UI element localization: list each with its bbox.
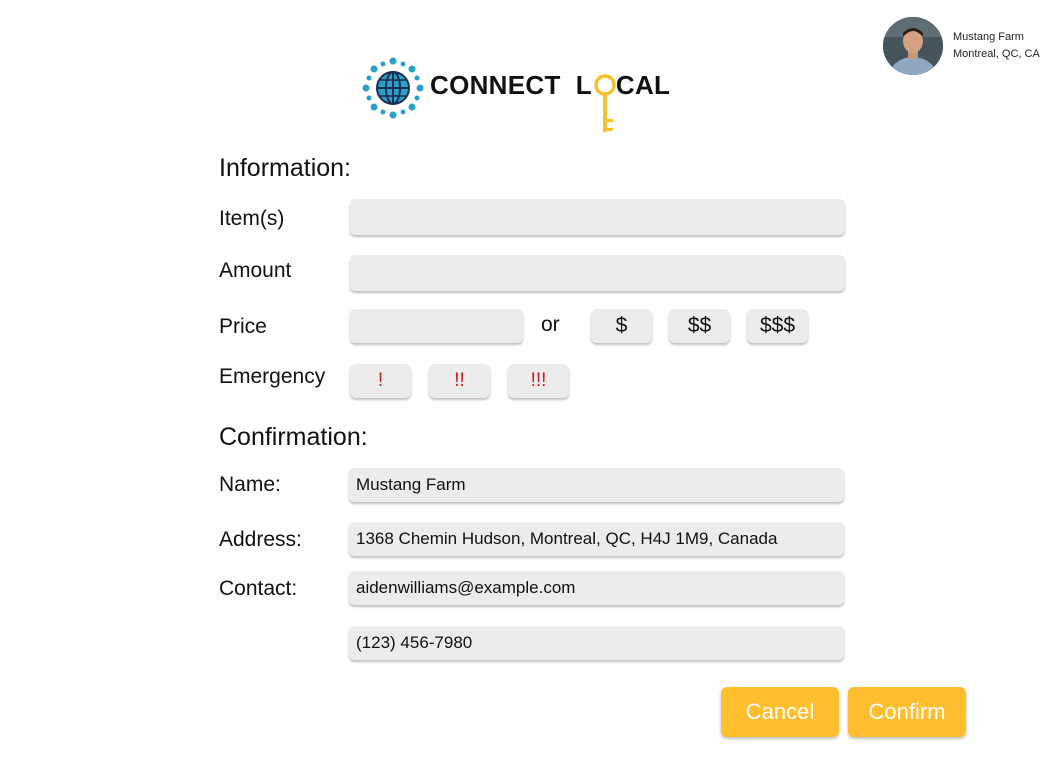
globe-icon: [361, 56, 425, 120]
confirm-button[interactable]: Confirm: [848, 687, 966, 737]
emergency-low-button[interactable]: !: [350, 364, 411, 398]
emergency-high-button[interactable]: !!!: [508, 364, 569, 398]
item-label: Item(s): [219, 207, 285, 230]
profile-location: Montreal, QC, CA: [953, 48, 1040, 60]
contact-label: Contact:: [219, 577, 298, 600]
logo-text: CONNECT L CAL: [430, 70, 670, 101]
amount-input[interactable]: [350, 255, 845, 291]
address-input[interactable]: 1368 Chemin Hudson, Montreal, QC, H4J 1M…: [349, 522, 844, 556]
phone-input[interactable]: (123) 456-7980: [349, 626, 844, 660]
price-or-text: or: [541, 313, 560, 336]
price-medium-button[interactable]: $$: [669, 309, 730, 343]
price-low-button[interactable]: $: [591, 309, 652, 343]
emergency-medium-button[interactable]: !!: [429, 364, 490, 398]
price-input[interactable]: [350, 309, 523, 343]
confirmation-heading: Confirmation:: [219, 423, 368, 451]
item-input[interactable]: [350, 199, 845, 235]
name-input[interactable]: Mustang Farm: [349, 468, 844, 502]
logo-text-part1: CONNECT L: [430, 70, 592, 100]
price-label: Price: [219, 315, 267, 338]
name-label: Name:: [219, 473, 281, 496]
email-input[interactable]: aidenwilliams@example.com: [349, 571, 844, 605]
profile-photo: [883, 17, 943, 75]
address-label: Address:: [219, 528, 302, 551]
cancel-button[interactable]: Cancel: [721, 687, 839, 737]
logo-text-part2: CAL: [615, 70, 671, 100]
amount-label: Amount: [219, 259, 292, 282]
avatar[interactable]: [883, 17, 943, 75]
key-icon: [590, 72, 620, 134]
profile-name: Mustang Farm: [953, 31, 1024, 43]
information-heading: Information:: [219, 154, 352, 182]
price-high-button[interactable]: $$$: [747, 309, 808, 343]
emergency-label: Emergency: [219, 365, 326, 388]
